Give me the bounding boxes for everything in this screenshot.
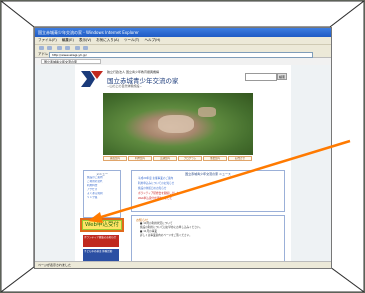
favorites-icon[interactable]: [83, 46, 88, 50]
nav-item-facility[interactable]: 施設案内: [103, 156, 127, 161]
menu-bar: ファイル(F) 編集(E) 表示(V) お気に入り(A) ツール(T) ヘルプ(…: [35, 37, 331, 44]
news-panel: 国立赤城青少年交流の家 ニュース 平成20年度 主催事業のご案内 利用申込みにつ…: [131, 170, 285, 212]
browser-window: 国立赤城青少年交流の家 - Windows Internet Explorer …: [34, 27, 332, 269]
sidebar-menu: メニュー 施設のご案内 ご利用の流れ 利用料金 アクセス よくある質問 リンク集: [83, 170, 121, 218]
back-icon[interactable]: [39, 46, 44, 50]
hero-building: [158, 115, 194, 133]
page-viewport[interactable]: 独立行政法人 国立青少年教育振興機構 国立赤城青少年交流の家 ~山の上の自然体験…: [35, 65, 331, 263]
status-bar: ページが表示されました: [35, 261, 331, 268]
menu-view[interactable]: 表示(V): [79, 38, 91, 42]
site-search-input[interactable]: [245, 73, 277, 81]
window-title: 国立赤城青少年交流の家 - Windows Internet Explorer: [35, 28, 331, 37]
site-nav: 施設案内 利用案内 交通案内 プログラム 事業案内 お問合せ: [103, 156, 253, 161]
toolbar: [35, 44, 331, 51]
nav-item-program[interactable]: プログラム: [178, 156, 202, 161]
web-application-button[interactable]: Web申込受付: [80, 218, 124, 232]
web-page: 独立行政法人 国立青少年教育振興機構 国立赤城青少年交流の家 ~山の上の自然体験…: [75, 65, 291, 263]
refresh-icon[interactable]: [57, 46, 62, 50]
menu-tools[interactable]: ツール(T): [124, 38, 139, 42]
address-bar: アドレス http://www.akagi-yh.jp/: [35, 51, 331, 58]
menu-favorites[interactable]: お気に入り(A): [96, 38, 119, 42]
tab-current[interactable]: 国立赤城青少年交流の家: [41, 59, 101, 64]
fund-banner[interactable]: 子どもゆめ基金 体験活動: [83, 249, 119, 261]
nav-item-access[interactable]: 交通案内: [153, 156, 177, 161]
site-org-name: 独立行政法人 国立青少年教育振興機構: [107, 70, 159, 74]
site-subtitle: ~山の上の自然体験施設~: [107, 84, 143, 88]
menu-edit[interactable]: 編集(E): [62, 38, 74, 42]
nav-item-events[interactable]: 事業案内: [203, 156, 227, 161]
nav-item-usage[interactable]: 利用案内: [128, 156, 152, 161]
sidebar-item[interactable]: リンク集: [84, 196, 120, 200]
site-search-button[interactable]: 検索: [277, 73, 287, 80]
info-line: 詳しくは事業案内のページをご覧ください。: [140, 234, 192, 237]
web-application-label: Web申込受付: [82, 220, 122, 230]
volunteer-banner[interactable]: ボランティア募集のお知らせ: [83, 235, 119, 247]
search-icon[interactable]: [75, 46, 80, 50]
news-item[interactable]: Web申込受付を開始しました: [132, 196, 284, 201]
hero-building-secondary: [198, 107, 216, 117]
menu-file[interactable]: ファイル(F): [38, 38, 57, 42]
home-icon[interactable]: [65, 46, 70, 50]
hero-aerial-photo: [103, 93, 253, 155]
info-panel: お知らせ ■ 10月の利用状況について 施設の利用についてはお早めにお申し込みく…: [131, 215, 285, 263]
menu-help[interactable]: ヘルプ(H): [144, 38, 160, 42]
forward-icon[interactable]: [47, 46, 52, 50]
nav-item-contact[interactable]: お問合せ: [228, 156, 252, 161]
site-logo-icon: [81, 71, 103, 87]
